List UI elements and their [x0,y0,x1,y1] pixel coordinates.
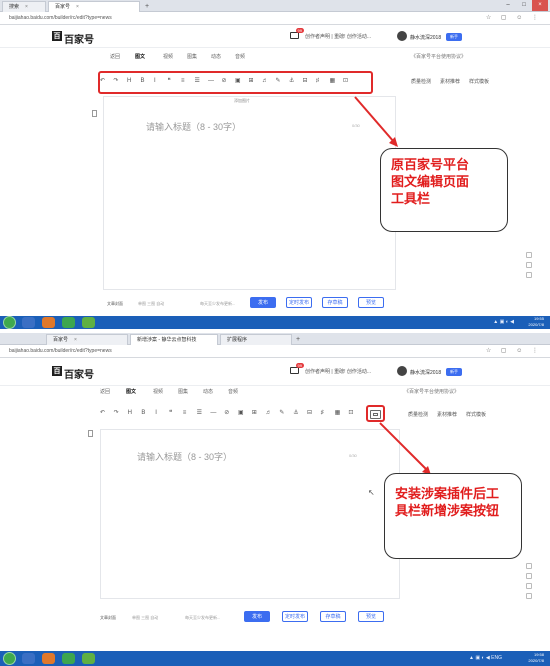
callout-line: 原百家号平台 [391,158,470,173]
callout-line: 图文编辑页面 [391,175,470,190]
taskbar-app-icon[interactable] [62,317,75,328]
taskbar-app-icon[interactable] [82,317,95,328]
screenshot-original-toolbar: 搜索 × 百家号 × + – □ × baijiahao.baidu.com/bui… [0,0,550,331]
mouse-cursor-icon: ↖ [368,488,375,497]
callout-line: 安装涉案插件后工 [395,487,500,502]
taskbar-app-icon[interactable] [82,653,95,664]
taskbar-app-icon[interactable] [42,317,55,328]
taskbar-app-icon[interactable] [62,653,75,664]
start-button[interactable] [3,316,16,329]
taskbar: ▲ ▣ ◐ ◀ 19:55 2020/7/8 [0,316,550,329]
taskbar: ▲ ▣ ◐ ◀ ENG 19:58 2020/7/8 [0,651,550,666]
callout-bubble: 安装涉案插件后工 具栏新增涉案按钮 [384,473,522,559]
system-clock[interactable]: 19:55 2020/7/8 [528,316,544,328]
callout-line: 工具栏 [391,192,431,207]
callout-line: 具栏新增涉案按钮 [395,504,500,519]
taskbar-app-icon[interactable] [22,317,35,328]
taskbar-app-icon[interactable] [22,653,35,664]
start-button[interactable] [3,652,16,665]
system-clock[interactable]: 19:58 2020/7/8 [528,652,544,664]
tray-icons[interactable]: ▲ ▣ ◐ ◀ ENG [469,655,502,661]
tray-icons[interactable]: ▲ ▣ ◐ ◀ [493,319,514,325]
taskbar-app-icon[interactable] [42,653,55,664]
screenshot-plugin-toolbar: 百家号 × 新增涉案 - 静华云点智科技 扩展程序 + baijiahao.bai… [0,333,550,666]
callout-bubble: 原百家号平台 图文编辑页面 工具栏 [380,148,508,232]
